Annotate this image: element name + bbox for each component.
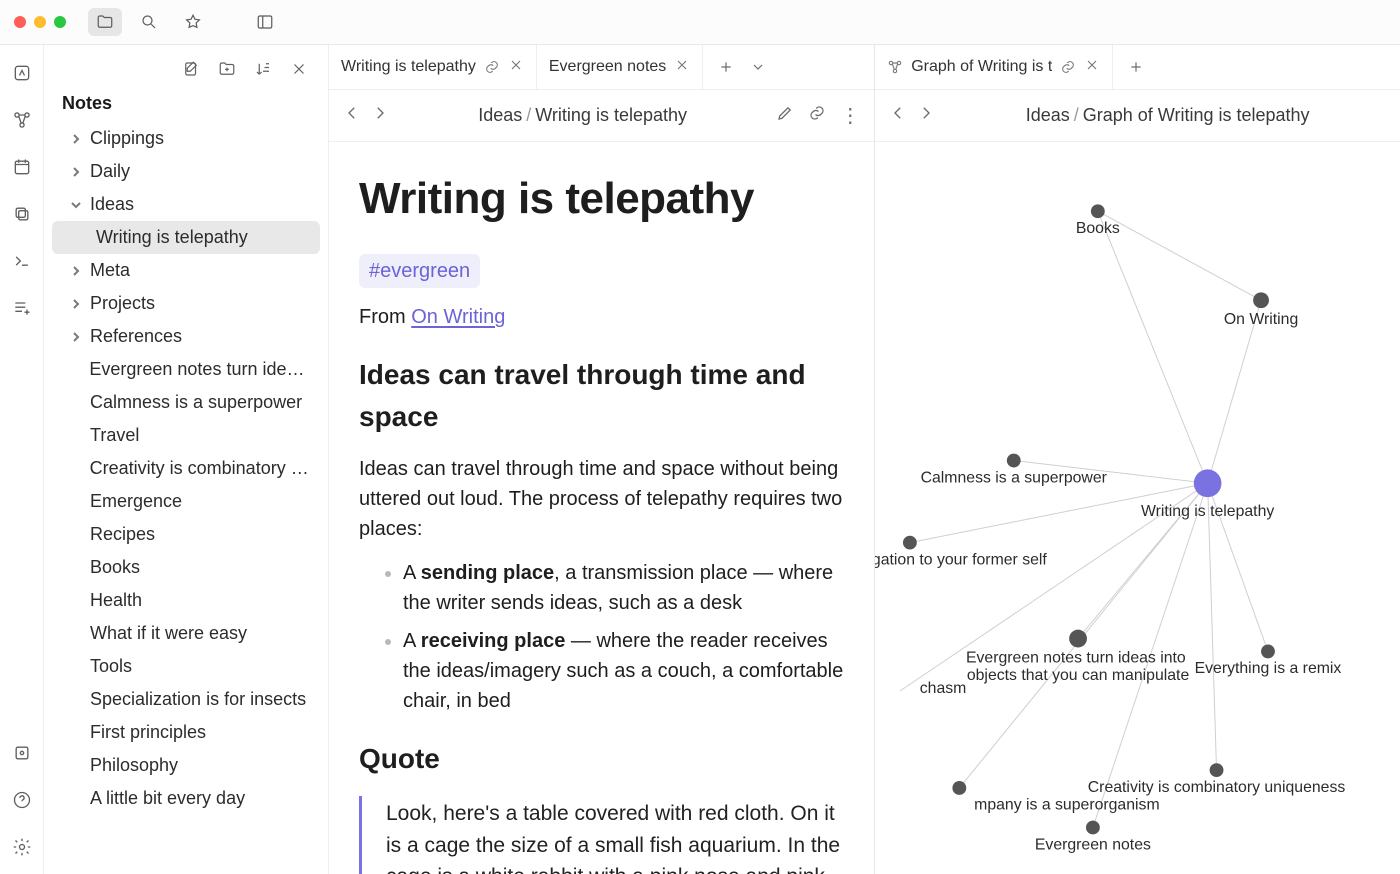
star-toolbar-button[interactable] bbox=[176, 8, 210, 36]
sidebar-section-title: Notes bbox=[44, 89, 328, 122]
maximize-window-button[interactable] bbox=[54, 16, 66, 28]
editor-content[interactable]: Writing is telepathy #evergreen From On … bbox=[329, 142, 874, 874]
graph-pane: Graph of Writing is t Ideas/Graph of Wri… bbox=[875, 45, 1400, 874]
list-item[interactable]: Specialization is for insects bbox=[52, 683, 320, 716]
new-note-button[interactable] bbox=[176, 55, 206, 83]
folder-meta[interactable]: Meta bbox=[52, 254, 320, 287]
new-tab-button[interactable] bbox=[713, 54, 739, 80]
list-add-icon[interactable] bbox=[12, 298, 32, 323]
heading: Quote bbox=[359, 738, 844, 780]
graph-node-label[interactable]: Everything is a remix bbox=[1195, 660, 1342, 677]
page-title: Writing is telepathy bbox=[359, 166, 844, 232]
folder-icon bbox=[96, 13, 114, 31]
list-item[interactable]: What if it were easy bbox=[52, 617, 320, 650]
list-item[interactable]: First principles bbox=[52, 716, 320, 749]
close-window-button[interactable] bbox=[14, 16, 26, 28]
titlebar bbox=[0, 0, 1400, 45]
graph-view[interactable]: Books On Writing Calmness is a superpowe… bbox=[875, 142, 1400, 874]
list-item[interactable]: Health bbox=[52, 584, 320, 617]
note-writing-is-telepathy[interactable]: Writing is telepathy bbox=[52, 221, 320, 254]
icon-rail bbox=[0, 45, 44, 874]
tab-list-button[interactable] bbox=[745, 54, 771, 80]
paragraph: Ideas can travel through time and space … bbox=[359, 454, 844, 544]
search-toolbar-button[interactable] bbox=[132, 8, 166, 36]
graph-node-label[interactable]: chasm bbox=[920, 680, 967, 697]
close-icon[interactable] bbox=[1084, 57, 1100, 78]
folder-daily[interactable]: Daily bbox=[52, 155, 320, 188]
graph-icon[interactable] bbox=[12, 110, 32, 135]
breadcrumb[interactable]: Ideas/Graph of Writing is telepathy bbox=[949, 105, 1386, 126]
link-icon bbox=[1060, 59, 1076, 75]
graph-node-label[interactable]: On Writing bbox=[1224, 311, 1298, 328]
folder-ideas[interactable]: Ideas bbox=[52, 188, 320, 221]
list-item[interactable]: A little bit every day bbox=[52, 782, 320, 815]
terminal-icon[interactable] bbox=[12, 251, 32, 276]
vault-icon[interactable] bbox=[12, 743, 32, 768]
graph-node-label[interactable]: Writing is telepathy bbox=[1141, 503, 1274, 520]
copy-icon[interactable] bbox=[12, 204, 32, 229]
list-item[interactable]: Philosophy bbox=[52, 749, 320, 782]
graph-node-label[interactable]: Evergreen notes bbox=[1035, 836, 1151, 853]
help-icon[interactable] bbox=[12, 790, 32, 815]
tab-evergreen-notes[interactable]: Evergreen notes bbox=[537, 45, 703, 89]
graph-node-label[interactable]: Calmness is a superpower bbox=[921, 469, 1107, 486]
folder-projects[interactable]: Projects bbox=[52, 287, 320, 320]
list-item[interactable]: Creativity is combinatory u... bbox=[52, 452, 320, 485]
window-controls bbox=[14, 16, 66, 28]
nav-forward-button[interactable] bbox=[371, 104, 389, 127]
list-item: A sending place, a transmission place — … bbox=[403, 558, 844, 618]
nav-forward-button[interactable] bbox=[917, 104, 935, 127]
collapse-button[interactable] bbox=[284, 55, 314, 83]
folder-toolbar-button[interactable] bbox=[88, 8, 122, 36]
quick-switcher-icon[interactable] bbox=[12, 63, 32, 88]
list-item[interactable]: Books bbox=[52, 551, 320, 584]
heading: Ideas can travel through time and space bbox=[359, 354, 844, 438]
sidebar-toggle-button[interactable] bbox=[248, 8, 282, 36]
nav-back-button[interactable] bbox=[343, 104, 361, 127]
folder-references[interactable]: References bbox=[52, 320, 320, 353]
graph-node-label[interactable]: gation to your former self bbox=[875, 551, 1047, 568]
search-icon bbox=[140, 13, 158, 31]
graph-node-label[interactable]: Creativity is combinatory uniqueness bbox=[1088, 779, 1346, 796]
list-item[interactable]: Emergence bbox=[52, 485, 320, 518]
minimize-window-button[interactable] bbox=[34, 16, 46, 28]
list-item[interactable]: Calmness is a superpower bbox=[52, 386, 320, 419]
graph-node-label[interactable]: Evergreen notes turn ideas into objects … bbox=[966, 649, 1190, 684]
calendar-icon[interactable] bbox=[12, 157, 32, 182]
close-icon[interactable] bbox=[508, 57, 524, 78]
settings-icon[interactable] bbox=[12, 837, 32, 862]
close-icon[interactable] bbox=[674, 57, 690, 78]
breadcrumb[interactable]: Ideas/Writing is telepathy bbox=[403, 105, 762, 126]
edit-mode-button[interactable] bbox=[776, 104, 794, 127]
source-line: From On Writing bbox=[359, 302, 844, 332]
tab-graph[interactable]: Graph of Writing is t bbox=[875, 45, 1113, 89]
nav-back-button[interactable] bbox=[889, 104, 907, 127]
tab-writing-is-telepathy[interactable]: Writing is telepathy bbox=[329, 45, 537, 89]
new-folder-button[interactable] bbox=[212, 55, 242, 83]
sort-button[interactable] bbox=[248, 55, 278, 83]
link-icon bbox=[484, 59, 500, 75]
quote: Look, here's a table covered with red cl… bbox=[359, 796, 844, 874]
source-link[interactable]: On Writing bbox=[411, 306, 505, 328]
star-icon bbox=[184, 13, 202, 31]
graph-node-label[interactable]: mpany is a superorganism bbox=[974, 797, 1159, 814]
new-tab-button[interactable] bbox=[1123, 54, 1149, 80]
graph-node-label[interactable]: Books bbox=[1076, 220, 1120, 237]
file-tree: Clippings Daily Ideas Writing is telepat… bbox=[44, 122, 328, 874]
list-item[interactable]: Tools bbox=[52, 650, 320, 683]
editor-pane: Writing is telepathy Evergreen notes bbox=[329, 45, 875, 874]
sidebar: Notes Clippings Daily Ideas Writing is t… bbox=[44, 45, 329, 874]
graph-icon bbox=[887, 59, 903, 75]
folder-clippings[interactable]: Clippings bbox=[52, 122, 320, 155]
tag-evergreen[interactable]: #evergreen bbox=[359, 254, 480, 288]
link-pane-button[interactable] bbox=[808, 104, 826, 127]
list-item[interactable]: Evergreen notes turn ideas... bbox=[52, 353, 320, 386]
list-item[interactable]: Recipes bbox=[52, 518, 320, 551]
panel-icon bbox=[256, 13, 274, 31]
list-item: A receiving place — where the reader rec… bbox=[403, 626, 844, 716]
list-item[interactable]: Travel bbox=[52, 419, 320, 452]
